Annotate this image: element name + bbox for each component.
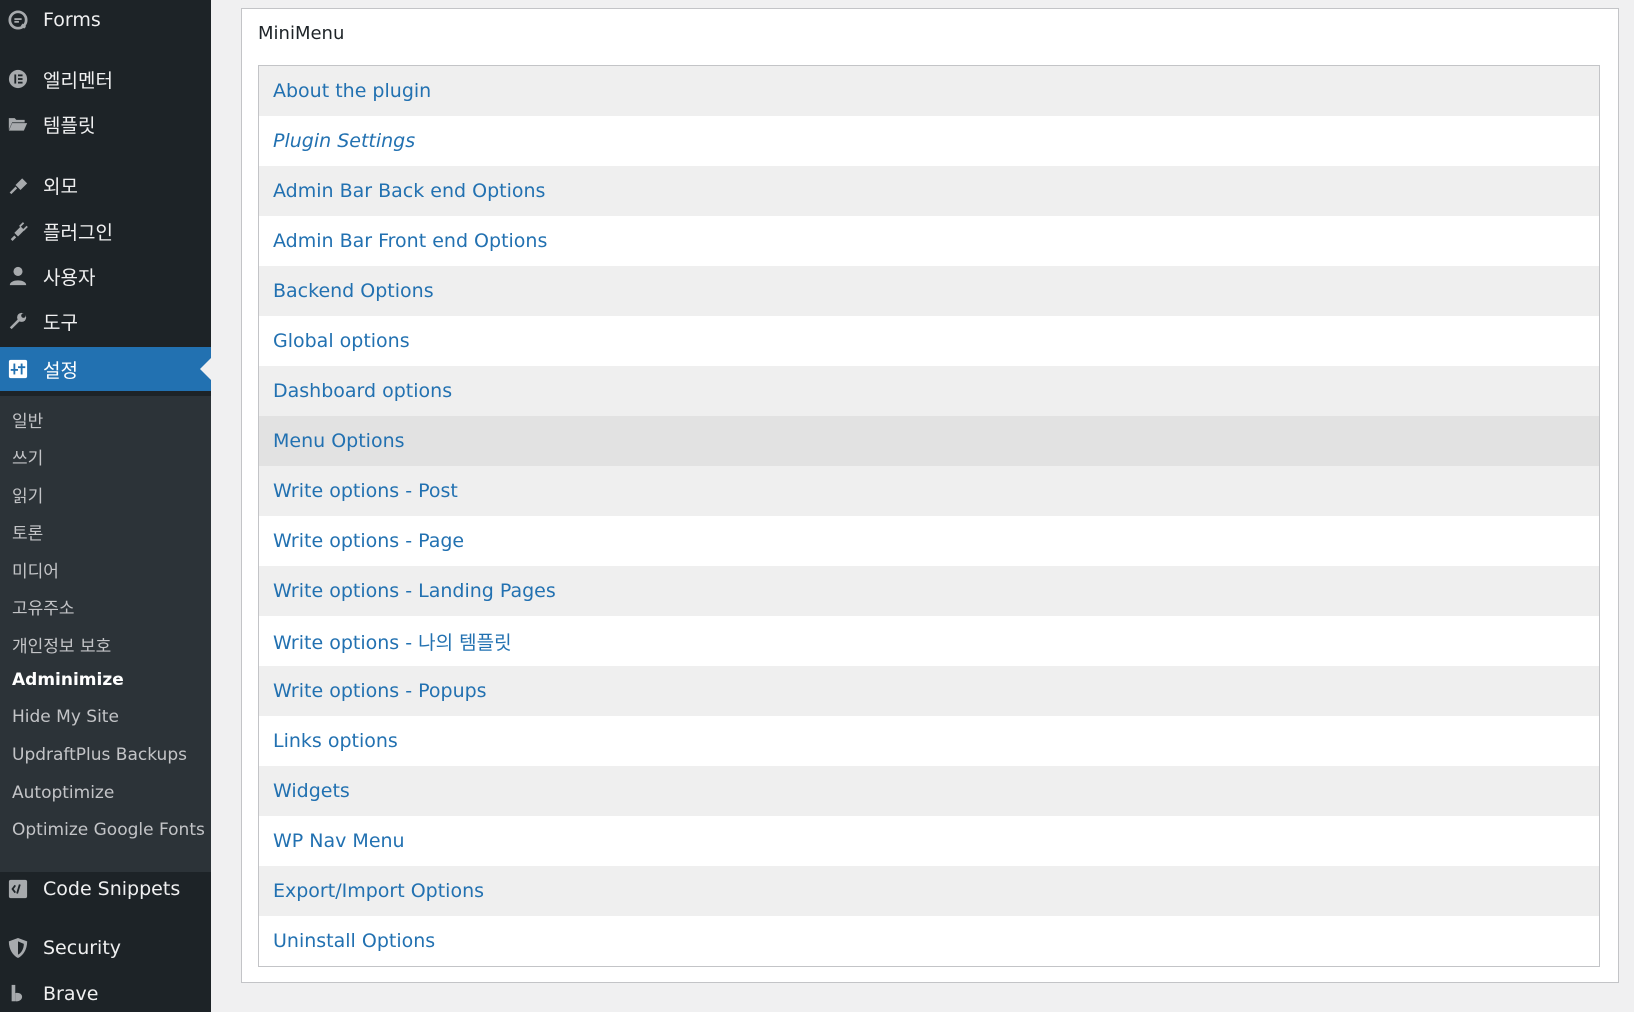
minimenu-link-write-landing-pages[interactable]: Write options - Landing Pages: [259, 566, 1599, 616]
submenu-item-writing[interactable]: 쓰기: [12, 444, 43, 469]
minimenu-link-admin-bar-frontend[interactable]: Admin Bar Front end Options: [259, 216, 1599, 266]
minimenu-link-wp-nav-menu[interactable]: WP Nav Menu: [259, 816, 1599, 866]
sidebar-item-plugins[interactable]: 플러그인: [0, 209, 211, 253]
sidebar-item-label: Brave: [43, 983, 99, 1005]
minimenu-link-dashboard-options[interactable]: Dashboard options: [259, 366, 1599, 416]
settings-submenu: 일반 쓰기 읽기 토론 미디어 고유주소 개인정보 보호 Adminimize …: [0, 396, 211, 872]
minimenu-link-widgets[interactable]: Widgets: [259, 766, 1599, 816]
minimenu-link-admin-bar-backend[interactable]: Admin Bar Back end Options: [259, 166, 1599, 216]
sidebar-item-label: Security: [43, 937, 122, 959]
sidebar-item-label: 외모: [43, 175, 78, 198]
submenu-item-adminimize[interactable]: Adminimize: [12, 670, 124, 690]
plugin-icon: [8, 221, 28, 241]
sidebar-item-label: 플러그인: [43, 221, 113, 244]
sidebar-item-label: 템플릿: [43, 114, 96, 137]
elementor-icon: [8, 69, 28, 89]
minimenu-link-write-post[interactable]: Write options - Post: [259, 466, 1599, 516]
sidebar-item-forms[interactable]: Forms: [0, 0, 211, 42]
submenu-item-permalinks[interactable]: 고유주소: [12, 594, 75, 619]
sidebar-item-appearance[interactable]: 외모: [0, 163, 211, 207]
settings-icon: [8, 359, 28, 379]
sidebar-item-label: 설정: [43, 359, 78, 382]
brave-icon: [8, 984, 28, 1004]
submenu-item-autoptimize[interactable]: Autoptimize: [12, 783, 114, 803]
minimenu-link-backend-options[interactable]: Backend Options: [259, 266, 1599, 316]
minimenu-list: About the plugin Plugin Settings Admin B…: [258, 65, 1600, 967]
minimenu-link-plugin-settings[interactable]: Plugin Settings: [259, 116, 1599, 166]
minimenu-link-global-options[interactable]: Global options: [259, 316, 1599, 366]
active-indicator: [200, 358, 211, 380]
minimenu-link-menu-options[interactable]: Menu Options: [259, 416, 1599, 466]
user-icon: [8, 266, 28, 286]
sidebar-item-elementor[interactable]: 엘리멘터: [0, 57, 211, 101]
sidebar-item-users[interactable]: 사용자: [0, 254, 211, 298]
submenu-item-general[interactable]: 일반: [12, 407, 43, 432]
sidebar-item-code-snippets[interactable]: Code Snippets: [0, 867, 211, 911]
admin-sidebar: Forms 엘리멘터 템플릿 외모 플러그인 사용자 도구 설정 일반 쓰기 읽…: [0, 0, 211, 1012]
sidebar-item-templates[interactable]: 템플릿: [0, 102, 211, 146]
minimenu-link-links-options[interactable]: Links options: [259, 716, 1599, 766]
sidebar-item-label: 엘리멘터: [43, 69, 113, 92]
minimenu-link-write-page[interactable]: Write options - Page: [259, 516, 1599, 566]
minimenu-link-write-popups[interactable]: Write options - Popups: [259, 666, 1599, 716]
sidebar-item-label: 사용자: [43, 266, 96, 289]
sidebar-item-label: Code Snippets: [43, 878, 181, 900]
sidebar-item-security[interactable]: Security: [0, 926, 211, 970]
shield-icon: [8, 938, 28, 958]
wrench-icon: [8, 311, 28, 331]
submenu-item-updraftplus[interactable]: UpdraftPlus Backups: [12, 745, 187, 765]
folder-icon: [8, 114, 28, 134]
sidebar-item-settings[interactable]: 설정: [0, 347, 211, 391]
sidebar-item-label: Forms: [43, 9, 101, 31]
minimenu-panel: MiniMenu About the plugin Plugin Setting…: [241, 8, 1619, 983]
minimenu-link-write-my-templates[interactable]: Write options - 나의 템플릿: [259, 616, 1599, 666]
minimenu-link-export-import[interactable]: Export/Import Options: [259, 866, 1599, 916]
panel-title: MiniMenu: [258, 23, 345, 44]
minimenu-link-uninstall[interactable]: Uninstall Options: [259, 916, 1599, 966]
submenu-item-media[interactable]: 미디어: [12, 557, 59, 582]
submenu-item-privacy[interactable]: 개인정보 보호: [12, 632, 111, 657]
code-icon: [8, 879, 28, 899]
submenu-item-reading[interactable]: 읽기: [12, 482, 43, 507]
submenu-item-optimize-google-fonts[interactable]: Optimize Google Fonts: [12, 820, 205, 840]
submenu-item-hide-my-site[interactable]: Hide My Site: [12, 707, 119, 727]
forms-icon: [8, 10, 28, 30]
submenu-item-discussion[interactable]: 토론: [12, 519, 43, 544]
sidebar-item-label: 도구: [43, 311, 78, 334]
sidebar-item-brave[interactable]: Brave: [0, 972, 211, 1012]
minimenu-link-about[interactable]: About the plugin: [259, 66, 1599, 116]
sidebar-item-tools[interactable]: 도구: [0, 299, 211, 343]
brush-icon: [8, 175, 28, 195]
